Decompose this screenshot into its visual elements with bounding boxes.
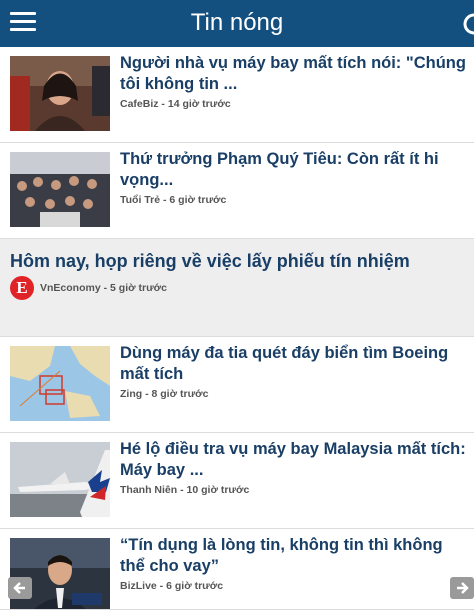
news-item[interactable]: “Tín dụng là lòng tin, không tin thì khô… bbox=[0, 529, 474, 610]
news-thumbnail bbox=[10, 152, 110, 227]
news-meta: Tuổi Trẻ - 6 giờ trước bbox=[120, 194, 227, 206]
news-meta: CafeBiz - 14 giờ trước bbox=[120, 98, 231, 110]
news-source: Zing bbox=[120, 388, 143, 400]
app-header: Tin nóng bbox=[0, 0, 474, 48]
news-title[interactable]: Người nhà vụ máy bay mất tích nói: "Chún… bbox=[120, 53, 468, 95]
news-item[interactable]: Người nhà vụ máy bay mất tích nói: "Chún… bbox=[0, 47, 474, 143]
news-title[interactable]: Dùng máy đa tia quét đáy biển tìm Boeing… bbox=[120, 343, 468, 385]
news-thumbnail bbox=[10, 538, 110, 609]
news-source: BizLive bbox=[120, 580, 157, 592]
news-thumbnail bbox=[10, 442, 110, 517]
news-meta: VnEconomy - 5 giờ trước bbox=[40, 282, 167, 294]
news-time: 14 giờ trước bbox=[167, 98, 231, 110]
news-time: 6 giờ trước bbox=[169, 194, 227, 206]
page-title: Tin nóng bbox=[190, 9, 284, 36]
news-source: VnEconomy bbox=[40, 282, 101, 294]
news-item[interactable]: Dùng máy đa tia quét đáy biển tìm Boeing… bbox=[0, 337, 474, 433]
news-title[interactable]: Hé lộ điều tra vụ máy bay Malaysia mất t… bbox=[120, 439, 468, 481]
news-title[interactable]: “Tín dụng là lòng tin, không tin thì khô… bbox=[120, 535, 468, 577]
arrow-left-icon[interactable] bbox=[8, 577, 32, 599]
news-meta: Zing - 8 giờ trước bbox=[120, 388, 209, 400]
news-thumbnail bbox=[10, 346, 110, 421]
refresh-icon[interactable] bbox=[462, 12, 474, 36]
news-item[interactable]: Thứ trưởng Phạm Quý Tiêu: Còn rất ít hi … bbox=[0, 143, 474, 239]
source-logo: E bbox=[10, 276, 34, 300]
news-source: Tuổi Trẻ bbox=[120, 194, 161, 206]
news-title[interactable]: Hôm nay, họp riêng về việc lấy phiếu tín… bbox=[10, 251, 464, 272]
news-time: 10 giờ trước bbox=[186, 484, 250, 496]
news-time: 5 giờ trước bbox=[110, 282, 167, 294]
news-source: Thanh Niên bbox=[120, 484, 178, 496]
news-title[interactable]: Thứ trưởng Phạm Quý Tiêu: Còn rất ít hi … bbox=[120, 149, 468, 191]
news-meta: BizLive - 6 giờ trước bbox=[120, 580, 224, 592]
news-source: CafeBiz bbox=[120, 98, 159, 110]
news-meta: Thanh Niên - 10 giờ trước bbox=[120, 484, 250, 496]
news-item[interactable]: Hôm nay, họp riêng về việc lấy phiếu tín… bbox=[0, 239, 474, 337]
news-feed: Người nhà vụ máy bay mất tích nói: "Chún… bbox=[0, 47, 474, 610]
news-time: 6 giờ trước bbox=[166, 580, 224, 592]
news-item[interactable]: Hé lộ điều tra vụ máy bay Malaysia mất t… bbox=[0, 433, 474, 529]
arrow-right-icon[interactable] bbox=[450, 577, 474, 599]
news-time: 8 giờ trước bbox=[151, 388, 209, 400]
news-thumbnail bbox=[10, 56, 110, 131]
